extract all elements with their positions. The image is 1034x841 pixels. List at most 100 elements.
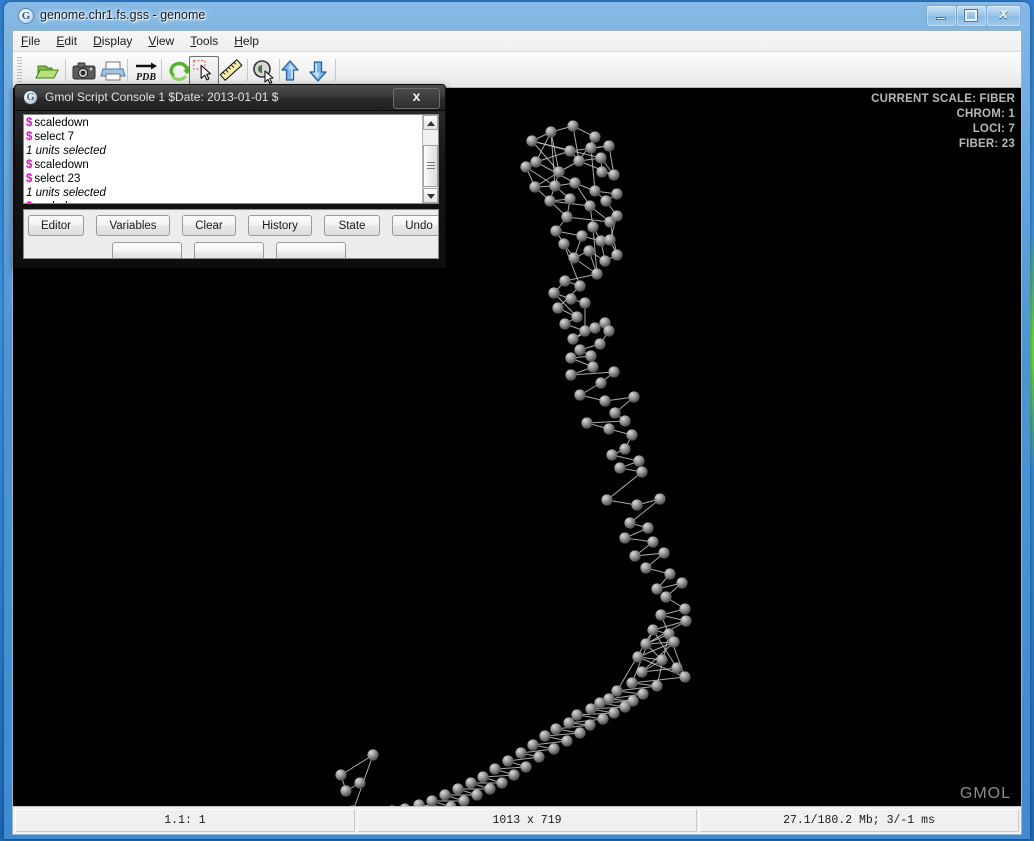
export-pdb-button[interactable]: PDB xyxy=(131,56,161,86)
graph-node[interactable] xyxy=(611,685,623,697)
graph-node[interactable] xyxy=(520,761,532,773)
graph-node[interactable] xyxy=(632,651,644,663)
minimize-button[interactable] xyxy=(926,5,957,27)
menu-item-view[interactable]: View xyxy=(140,31,182,50)
graph-node[interactable] xyxy=(581,417,593,429)
scroll-up-button[interactable] xyxy=(423,115,438,130)
graph-node[interactable] xyxy=(591,268,603,280)
graph-node[interactable] xyxy=(561,735,573,747)
graph-node[interactable] xyxy=(571,311,583,323)
menu-item-help[interactable]: Help xyxy=(226,31,267,50)
graph-node[interactable] xyxy=(604,234,616,246)
console-output-area[interactable]: $ scaledown $ select 71 units selected $ scal… xyxy=(23,114,439,204)
graph-node[interactable] xyxy=(550,723,562,735)
graph-node[interactable] xyxy=(515,747,527,759)
graph-node[interactable] xyxy=(606,449,618,461)
graph-node[interactable] xyxy=(354,777,366,789)
graph-node[interactable] xyxy=(508,769,520,781)
graph-node[interactable] xyxy=(624,517,636,529)
graph-node[interactable] xyxy=(584,719,596,731)
toolbar-grip[interactable] xyxy=(17,57,22,83)
graph-node[interactable] xyxy=(654,493,666,505)
graph-node[interactable] xyxy=(567,120,579,132)
graph-node[interactable] xyxy=(595,377,607,389)
graph-node[interactable] xyxy=(548,743,560,755)
graph-node[interactable] xyxy=(628,391,640,403)
graph-node[interactable] xyxy=(584,200,596,212)
graph-node[interactable] xyxy=(658,547,670,559)
graph-node[interactable] xyxy=(539,730,551,742)
graph-node[interactable] xyxy=(552,302,564,314)
graph-node[interactable] xyxy=(548,287,560,299)
graph-node[interactable] xyxy=(574,727,586,739)
graph-node[interactable] xyxy=(679,671,691,683)
graph-node[interactable] xyxy=(631,499,643,511)
console-secondary-button[interactable] xyxy=(194,242,264,258)
graph-node[interactable] xyxy=(563,717,575,729)
graph-node[interactable] xyxy=(489,763,501,775)
graph-node[interactable] xyxy=(640,638,652,650)
graph-node[interactable] xyxy=(589,322,601,334)
graph-node[interactable] xyxy=(640,562,652,574)
graph-node[interactable] xyxy=(608,169,620,181)
graph-node[interactable] xyxy=(574,280,586,292)
graph-node[interactable] xyxy=(611,188,623,200)
graph-node[interactable] xyxy=(574,344,586,356)
graph-node[interactable] xyxy=(573,155,585,167)
console-scrollbar[interactable] xyxy=(422,115,438,203)
graph-node[interactable] xyxy=(668,636,680,648)
graph-node[interactable] xyxy=(553,166,565,178)
graph-node[interactable] xyxy=(589,131,601,143)
console-close-button[interactable] xyxy=(393,88,440,109)
console-secondary-button[interactable] xyxy=(112,242,182,258)
graph-node[interactable] xyxy=(527,739,539,751)
graph-node[interactable] xyxy=(611,249,623,261)
graph-node[interactable] xyxy=(651,583,663,595)
console-variables-button[interactable]: Variables xyxy=(96,215,170,236)
graph-node[interactable] xyxy=(626,429,638,441)
graph-node[interactable] xyxy=(609,407,621,419)
graph-node[interactable] xyxy=(636,466,648,478)
graph-node[interactable] xyxy=(603,325,615,337)
graph-node[interactable] xyxy=(558,238,570,250)
graph-node[interactable] xyxy=(655,609,667,621)
menu-item-edit[interactable]: Edit xyxy=(48,31,85,50)
graph-node[interactable] xyxy=(477,771,489,783)
graph-node[interactable] xyxy=(619,701,631,713)
graph-node[interactable] xyxy=(626,677,638,689)
graph-node[interactable] xyxy=(595,152,607,164)
graph-node[interactable] xyxy=(599,255,611,267)
graph-node[interactable] xyxy=(496,777,508,789)
scroll-down-button[interactable] xyxy=(423,188,438,203)
graph-node[interactable] xyxy=(574,389,586,401)
print-button[interactable] xyxy=(98,56,128,86)
console-undo-button[interactable]: Undo xyxy=(392,215,438,236)
graph-node[interactable] xyxy=(597,713,609,725)
graph-node[interactable] xyxy=(608,366,620,378)
graph-node[interactable] xyxy=(550,225,562,237)
measure-tool-button[interactable] xyxy=(217,56,247,86)
graph-node[interactable] xyxy=(603,140,615,152)
graph-node[interactable] xyxy=(585,142,597,154)
maximize-button[interactable] xyxy=(956,5,987,27)
graph-node[interactable] xyxy=(367,749,379,761)
console-secondary-button[interactable] xyxy=(276,242,346,258)
graph-node[interactable] xyxy=(564,145,576,157)
scale-down-button[interactable] xyxy=(303,56,333,86)
graph-node[interactable] xyxy=(600,195,612,207)
graph-node[interactable] xyxy=(439,789,451,801)
graph-node[interactable] xyxy=(502,755,514,767)
graph-node[interactable] xyxy=(569,177,581,189)
graph-node[interactable] xyxy=(471,789,483,801)
graph-node[interactable] xyxy=(465,777,477,789)
graph-node[interactable] xyxy=(608,707,620,719)
graph-node[interactable] xyxy=(559,275,571,287)
graph-node[interactable] xyxy=(568,252,580,264)
graph-node[interactable] xyxy=(636,666,648,678)
graph-node[interactable] xyxy=(559,318,571,330)
graph-node[interactable] xyxy=(544,195,556,207)
camera-button[interactable] xyxy=(69,56,99,86)
graph-node[interactable] xyxy=(529,181,541,193)
graph-node[interactable] xyxy=(579,297,591,309)
graph-node[interactable] xyxy=(533,751,545,763)
